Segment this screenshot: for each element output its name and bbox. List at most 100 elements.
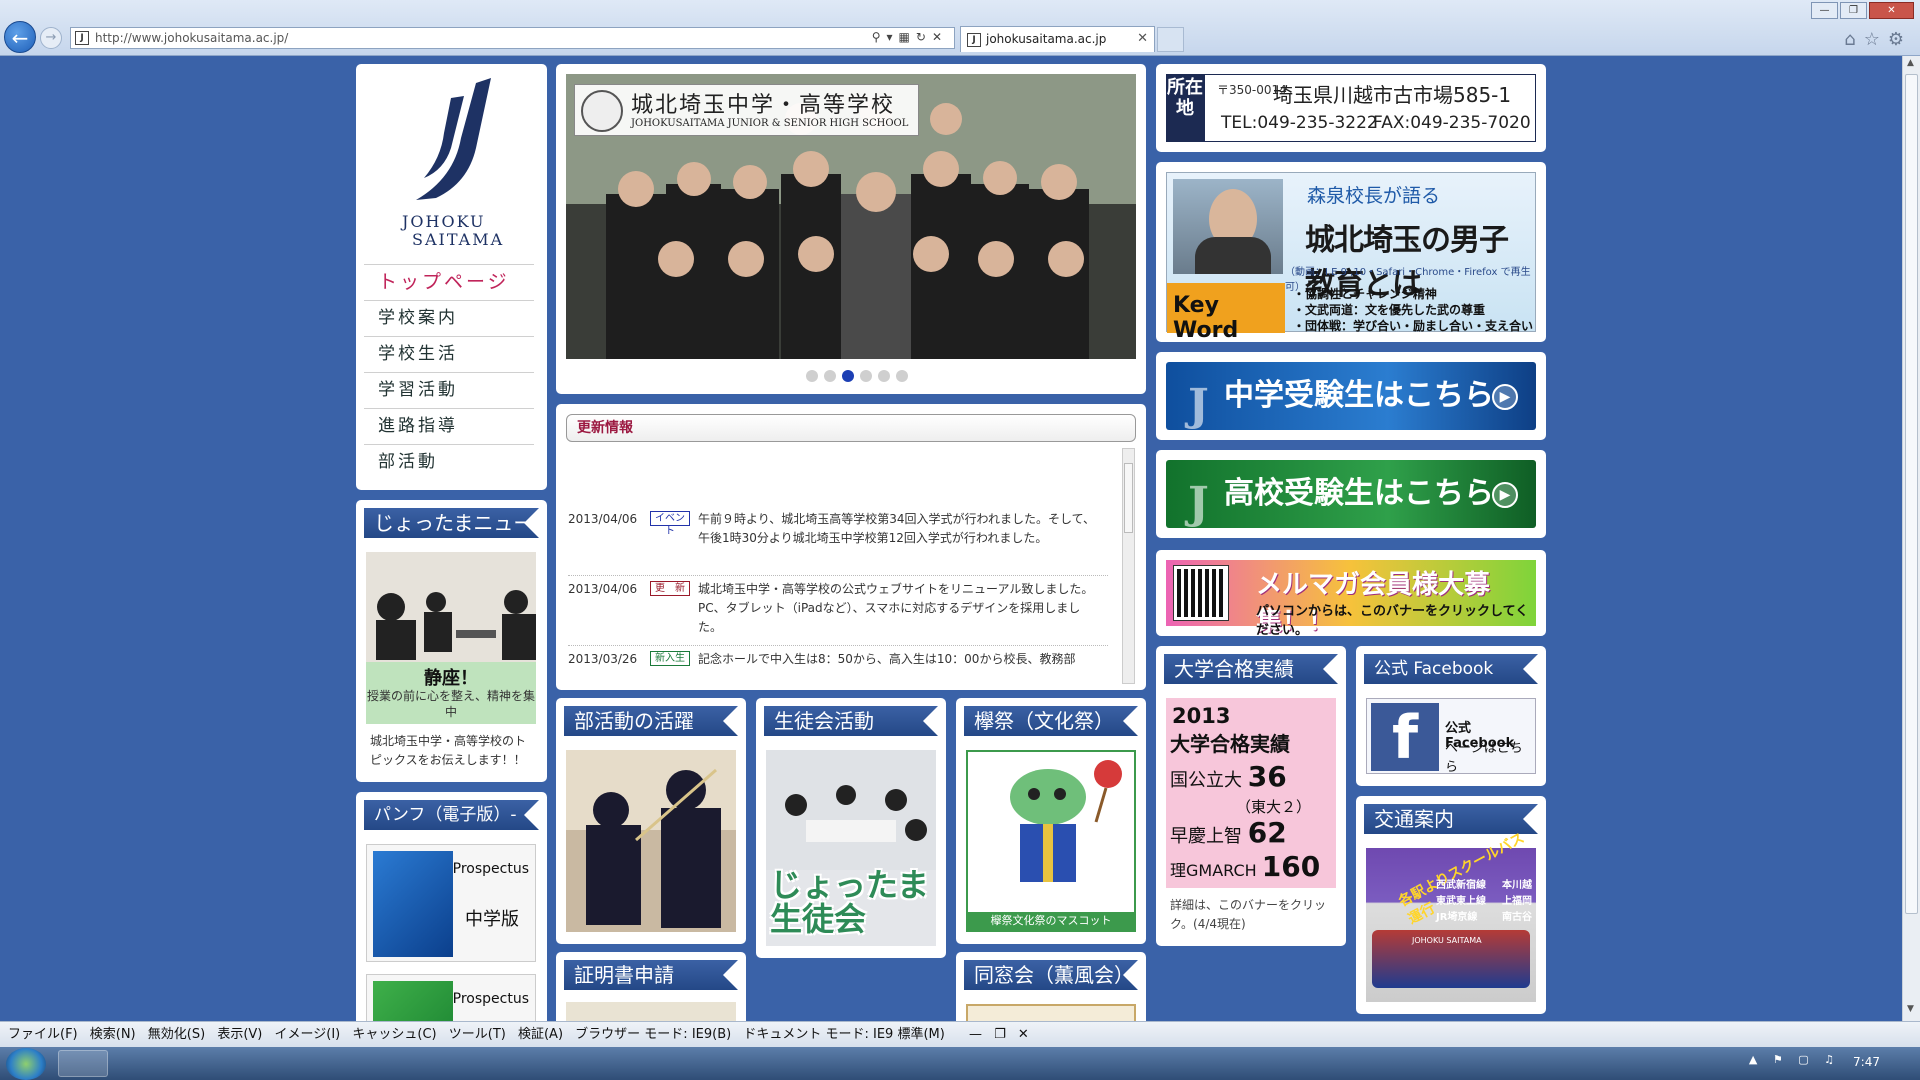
mailmag-banner[interactable]: メルマガ会員様大募集！！ パソコンからは、このバナーをクリックしてください。 (1166, 560, 1536, 638)
cmd-view[interactable]: 表示(V) (217, 1022, 262, 1047)
slider-dot-6[interactable] (896, 370, 908, 382)
pamphlet-kind: 中学版 (465, 909, 519, 930)
news-caption-title: 静座！ (424, 668, 478, 689)
nav-clubs[interactable]: 部活動 (364, 444, 534, 480)
cmd-browser-mode[interactable]: ブラウザー モード: IE9(B) (575, 1022, 731, 1047)
jottama-news-panel[interactable]: じょったまニュース 静座！ 授業の前に心を整え、精神を集中 城北埼玉中学・高等学… (356, 500, 547, 782)
university-year: 2013 (1172, 704, 1231, 728)
gear-icon[interactable]: ⚙ (1888, 29, 1912, 50)
url-text[interactable]: http://www.johokusaitama.ac.jp/ (95, 31, 288, 45)
nav-top-page[interactable]: トップページ (364, 264, 534, 300)
scroll-down-icon[interactable]: ▼ (1907, 1004, 1914, 1014)
senior-exam-button[interactable]: J 高校受験生はこちら ▶ (1166, 460, 1536, 529)
university-banner[interactable]: 2013 大学合格実績 国公立大 36 （東大２） 早慶上智 62 理GMARC… (1166, 698, 1336, 888)
junior-exam-label: 中学受験生はこちら (1224, 378, 1494, 413)
address-bar[interactable]: J http://www.johokusaitama.ac.jp/ ⚲▾▦↻✕ (70, 27, 955, 49)
school-logo-icon[interactable] (406, 78, 501, 208)
news-text[interactable]: 城北埼玉中学・高等学校の公式ウェブサイトをリニューアル致しました。PC、タブレッ… (698, 580, 1098, 637)
news-text[interactable]: 記念ホールで中入生は8：50から、高入生は10：00から校長、教務部 (698, 650, 1098, 669)
minimize-button[interactable]: — (1811, 2, 1838, 19)
principal-banner-panel[interactable]: 森泉校長が語る 城北埼玉の男子教育とは （動画：I.E 9 ,10・Safari… (1156, 162, 1546, 343)
cmd-find[interactable]: 検索(N) (90, 1022, 136, 1047)
facebook-panel[interactable]: 公式 Facebook f 公式 Facebook ページはこちら (1356, 646, 1546, 786)
hero-photo[interactable]: 城北埼玉中学・高等学校 JOHOKUSAITAMA JUNIOR & SENIO… (566, 74, 1136, 359)
new-tab-button[interactable] (1157, 27, 1184, 52)
certificate-panel[interactable]: 証明書申請 (556, 952, 746, 1032)
facebook-icon: f (1371, 703, 1439, 773)
cmd-validate[interactable]: 検証(A) (518, 1022, 563, 1047)
news-caption-sub: 授業の前に心を整え、精神を集中 (366, 689, 535, 719)
junior-exam-button[interactable]: J 中学受験生はこちら ▶ (1166, 362, 1536, 431)
mailmag-panel[interactable]: メルマガ会員様大募集！！ パソコンからは、このバナーをクリックしてください。 (1156, 550, 1546, 638)
school-bus-banner[interactable]: 各駅よりスクールバス運行 西武新宿線 本川越 東武東上線 上福岡 JR埼京線 南… (1366, 830, 1536, 1002)
forward-button[interactable]: → (40, 27, 62, 49)
browser-tab[interactable]: J johokusaitama.ac.jp ✕ (960, 26, 1155, 52)
news-scroll-thumb[interactable] (1124, 463, 1133, 533)
festival-mascot[interactable]: 欅祭文化祭のマスコット (966, 750, 1136, 932)
traffic-panel[interactable]: 交通案内 各駅よりスクールバス運行 西武新宿線 本川越 東武東上線 上福岡 JR… (1356, 796, 1546, 1014)
news-item[interactable]: 2013/03/26 新入生 記念ホールで中入生は8：50から、高入生は10：0… (568, 650, 1108, 680)
bus-label: JOHOKU SAITAMA (1412, 936, 1482, 945)
restore-button[interactable]: ❐ (1840, 2, 1867, 19)
taskbar-clock[interactable]: 7:47 (1853, 1055, 1880, 1069)
cmd-images[interactable]: イメージ(I) (275, 1022, 341, 1047)
address-tools[interactable]: ⚲▾▦↻✕ (872, 30, 948, 44)
student-council-panel[interactable]: 生徒会活動 じょったま生徒会 (756, 698, 946, 958)
tab-favicon-icon: J (967, 33, 981, 47)
cmd-tools[interactable]: ツール(T) (449, 1022, 506, 1047)
pamphlet-junior[interactable]: Prospectus 中学版 (366, 844, 536, 962)
bus-icon: JOHOKU SAITAMA (1372, 930, 1530, 988)
slider-dot-1[interactable] (806, 370, 818, 382)
alumni-panel[interactable]: 同窓会（薫風会） (956, 952, 1146, 1032)
taskbar-explorer-icon[interactable] (112, 1050, 162, 1077)
facebook-banner[interactable]: f 公式 Facebook ページはこちら (1366, 698, 1536, 775)
festival-header: 欅祭（文化祭） (964, 706, 1138, 736)
news-text[interactable]: 午前９時より、城北埼玉高等学校第34回入学式が行われました。そして、午後1時30… (698, 510, 1098, 548)
devtools-minimize-icon[interactable]: — (969, 1022, 982, 1047)
slider-dot-2[interactable] (824, 370, 836, 382)
taskbar-media-icon[interactable] (160, 1050, 210, 1077)
news-scrollbar[interactable] (1122, 448, 1135, 684)
kendo-photo[interactable] (566, 750, 736, 932)
student-council-photo[interactable]: じょったま生徒会 (766, 750, 936, 946)
logo-text-line2: SAITAMA (412, 230, 505, 249)
bus-stop: 上福岡 (1502, 896, 1532, 907)
news-item[interactable]: 2013/04/06 イベント 午前９時より、城北埼玉高等学校第34回入学式が行… (568, 510, 1108, 576)
slider-dot-3[interactable] (842, 370, 854, 382)
home-icon[interactable]: ⌂ (1844, 29, 1863, 50)
devtools-undock-icon[interactable]: ❐ (994, 1022, 1006, 1047)
university-row: （東大２） (1236, 796, 1311, 817)
university-row-count: 62 (1247, 816, 1287, 849)
pamphlet-header: パンフ（電子版）-PDF- (364, 800, 539, 855)
student-council-caption: じょったま生徒会 (770, 866, 930, 938)
university-row-name: （東大２） (1236, 798, 1312, 816)
cmd-file[interactable]: ファイル(F) (8, 1022, 78, 1047)
nav-school-info[interactable]: 学校案内 (364, 300, 534, 336)
festival-panel[interactable]: 欅祭（文化祭） 欅祭文化祭のマスコット (956, 698, 1146, 944)
cmd-cache[interactable]: キャッシュ(C) (352, 1022, 436, 1047)
scroll-up-icon[interactable]: ▲ (1907, 58, 1914, 68)
devtools-close-icon[interactable]: ✕ (1018, 1022, 1029, 1047)
close-window-button[interactable]: ✕ (1869, 2, 1914, 19)
system-tray[interactable]: ▲ ⚑ ▢ ♫ (1749, 1053, 1840, 1066)
school-crest-icon (581, 90, 623, 132)
taskbar-ie-icon[interactable] (58, 1050, 108, 1077)
cmd-disable[interactable]: 無効化(S) (148, 1022, 205, 1047)
start-button[interactable] (6, 1048, 46, 1080)
nav-academics[interactable]: 学習活動 (364, 372, 534, 408)
slider-dot-5[interactable] (878, 370, 890, 382)
principal-banner[interactable]: 森泉校長が語る 城北埼玉の男子教育とは （動画：I.E 9 ,10・Safari… (1166, 172, 1536, 343)
close-tab-icon[interactable]: ✕ (1137, 31, 1148, 46)
cmd-document-mode[interactable]: ドキュメント モード: IE9 標準(M) (743, 1022, 944, 1047)
page-scrollbar[interactable]: ▲ ▼ (1902, 56, 1920, 1021)
nav-school-life[interactable]: 学校生活 (364, 336, 534, 372)
favorites-star-icon[interactable]: ☆ (1864, 29, 1888, 50)
back-button[interactable]: ← (4, 21, 36, 53)
club-panel[interactable]: 部活動の活躍 (556, 698, 746, 944)
scroll-thumb[interactable] (1905, 74, 1918, 914)
nav-career[interactable]: 進路指導 (364, 408, 534, 444)
slider-dot-4[interactable] (860, 370, 872, 382)
university-results-panel[interactable]: 大学合格実績 2013 大学合格実績 国公立大 36 （東大２） 早慶上智 62… (1156, 646, 1346, 946)
news-item[interactable]: 2013/04/06 更 新 城北埼玉中学・高等学校の公式ウェブサイトをリニュー… (568, 580, 1108, 646)
play-arrow-icon: ▶ (1492, 384, 1518, 410)
